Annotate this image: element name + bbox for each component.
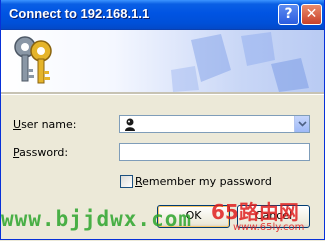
username-combobox[interactable] — [119, 115, 310, 133]
keys-icon — [14, 36, 52, 84]
close-icon: ✕ — [305, 6, 318, 22]
password-field[interactable] — [119, 143, 310, 161]
chevron-down-icon — [298, 121, 307, 127]
help-icon: ? — [284, 6, 293, 22]
username-dropdown-button[interactable] — [294, 116, 309, 132]
login-dialog: Connect to 192.168.1.1 ? ✕ User name: Pa… — [0, 0, 325, 240]
help-button[interactable]: ? — [278, 4, 299, 25]
watermark-brand: 65路由网 — [211, 200, 299, 224]
user-icon — [125, 118, 135, 131]
remember-password-label[interactable]: Remember my password — [135, 175, 272, 188]
username-label: User name: — [13, 118, 77, 131]
dialog-title: Connect to 192.168.1.1 — [9, 6, 150, 21]
banner-divider — [1, 92, 324, 95]
remember-password-checkbox[interactable] — [120, 175, 133, 188]
watermark-url: www.bjjdwx.com — [1, 207, 193, 231]
banner-decoration — [171, 32, 309, 92]
close-button[interactable]: ✕ — [301, 4, 322, 25]
title-bar[interactable]: Connect to 192.168.1.1 ? ✕ — [1, 0, 324, 30]
watermark-brand-url: www.65ly.com — [233, 222, 305, 233]
password-label: Password: — [13, 146, 69, 159]
dialog-banner — [1, 30, 324, 92]
